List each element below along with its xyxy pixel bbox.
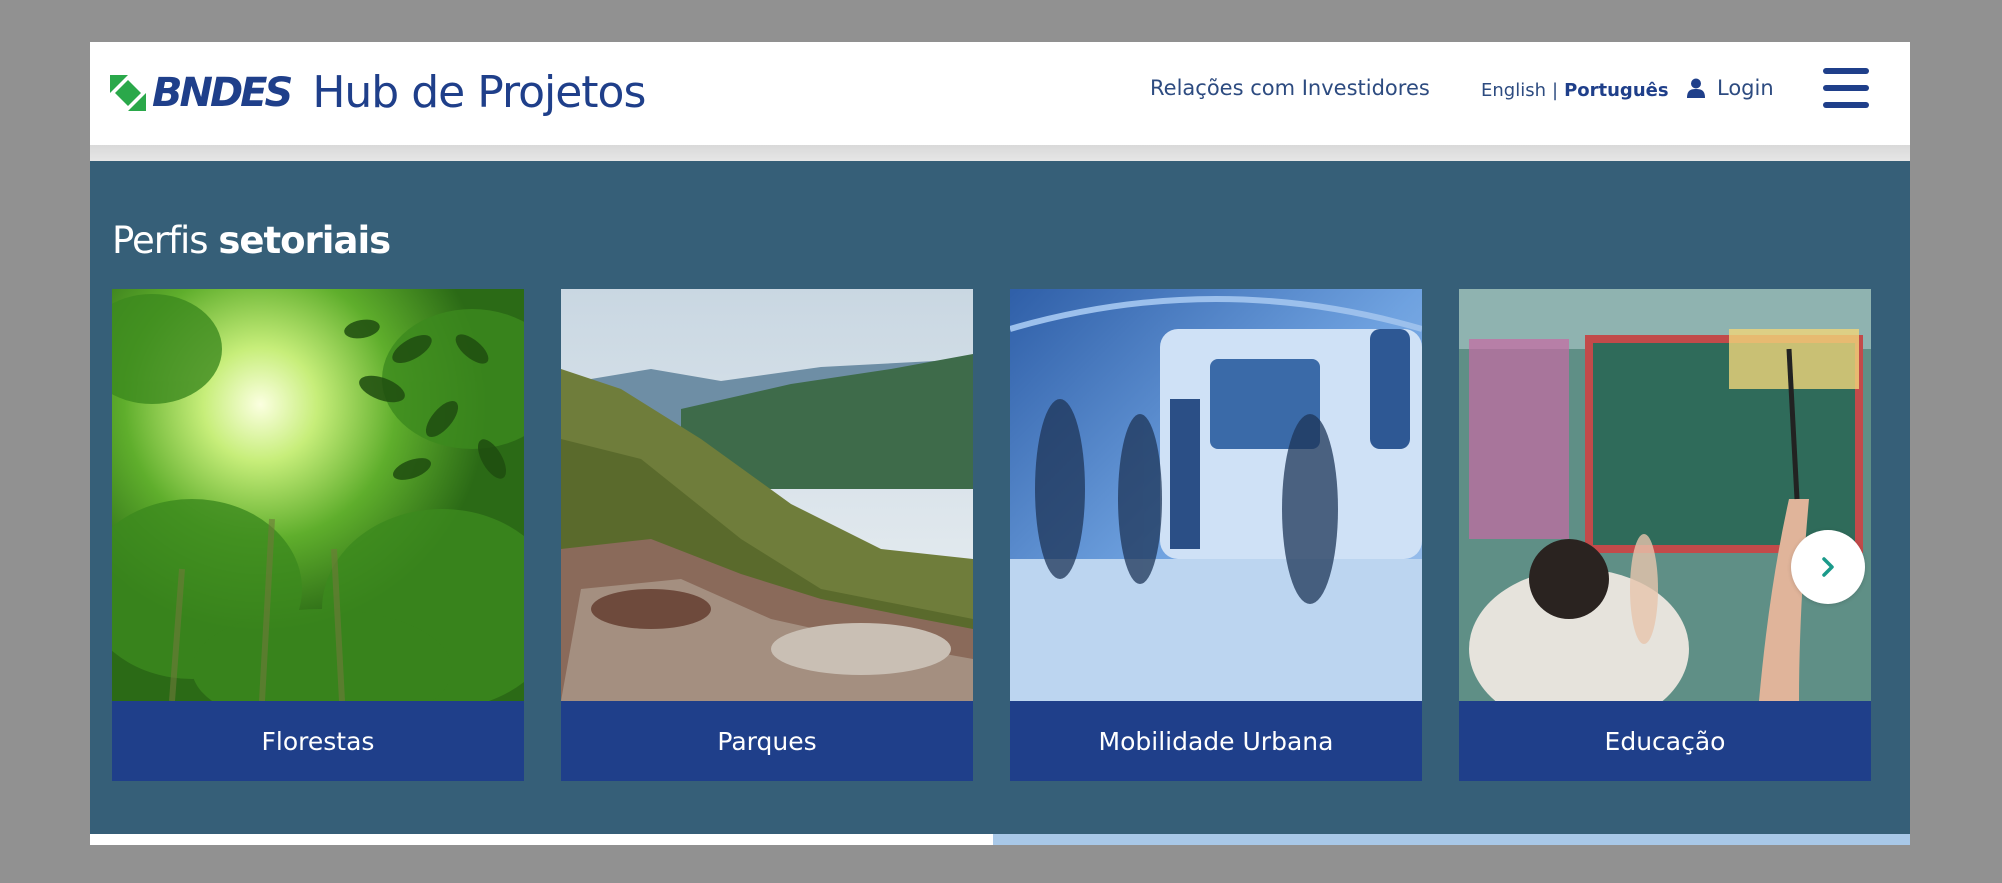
section-title-light: Perfis (112, 219, 209, 262)
site-name: Hub de Projetos (312, 67, 646, 118)
metro-station-photo (1010, 289, 1422, 701)
sector-profiles-section: Perfis setoriais Florestas Parques Mobil… (90, 161, 1910, 834)
page-frame: BNDES Hub de Projetos Relações com Inves… (90, 42, 1910, 845)
lang-portuguese-link[interactable]: Português (1564, 80, 1668, 101)
language-switcher: English | Português (1481, 80, 1669, 101)
login-label: Login (1717, 76, 1774, 100)
site-logo[interactable]: BNDES Hub de Projetos (110, 67, 646, 118)
section-title-bold: setoriais (218, 219, 391, 262)
section-title: Perfis setoriais (112, 219, 391, 262)
carousel-progress-remaining (993, 834, 1910, 845)
site-header: BNDES Hub de Projetos Relações com Inves… (90, 42, 1910, 145)
lang-separator: | (1552, 80, 1559, 101)
investor-relations-link[interactable]: Relações com Investidores (1150, 76, 1430, 100)
login-button[interactable]: Login (1687, 76, 1774, 100)
lang-english-link[interactable]: English (1481, 80, 1546, 101)
sector-card-label: Educação (1459, 701, 1871, 781)
sector-card-label: Parques (561, 701, 973, 781)
header-divider (90, 145, 1910, 161)
forest-canopy-photo (112, 289, 524, 701)
carousel-next-button[interactable] (1791, 530, 1865, 604)
sector-card-label: Mobilidade Urbana (1010, 701, 1422, 781)
carousel-progress-bar (90, 834, 1910, 845)
bndes-logo-icon (110, 75, 146, 111)
sector-card-label: Florestas (112, 701, 524, 781)
sector-card-florestas[interactable]: Florestas (112, 289, 524, 781)
brand-name: BNDES (152, 70, 293, 116)
chevron-right-icon (1822, 557, 1834, 577)
classroom-photo (1459, 289, 1871, 701)
mountain-park-photo (561, 289, 973, 701)
sector-card-mobilidade-urbana[interactable]: Mobilidade Urbana (1010, 289, 1422, 781)
sector-card-parques[interactable]: Parques (561, 289, 973, 781)
hamburger-menu-icon[interactable] (1823, 68, 1869, 108)
user-icon (1687, 78, 1705, 98)
